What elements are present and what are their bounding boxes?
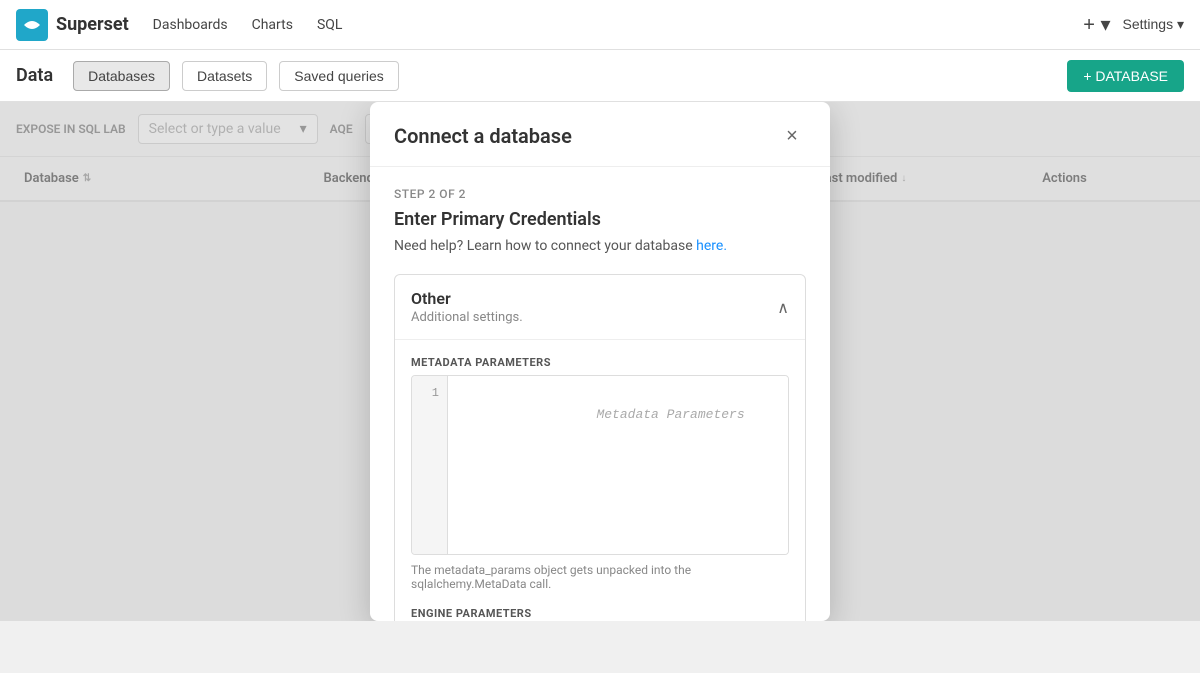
- logo: Superset: [16, 9, 129, 41]
- topnav-right: + ▾ Settings ▾: [1083, 12, 1184, 37]
- accordion-subtitle: Additional settings.: [411, 310, 523, 325]
- page-title: Data: [16, 65, 53, 86]
- modal-close-button[interactable]: ×: [778, 122, 806, 150]
- metadata-placeholder-line: Metadata Parameters: [456, 384, 780, 446]
- metadata-placeholder-text: Metadata Parameters: [596, 407, 744, 422]
- metadata-line-numbers: 1: [412, 376, 448, 554]
- nav-charts[interactable]: Charts: [252, 17, 293, 33]
- modal-title: Connect a database: [394, 124, 572, 148]
- modal-section-title: Enter Primary Credentials: [394, 209, 806, 230]
- metadata-empty-space: [456, 446, 780, 546]
- nav-links: Dashboards Charts SQL: [153, 17, 343, 33]
- accordion-header-text: Other Additional settings.: [411, 289, 523, 325]
- modal-header: Connect a database ×: [370, 102, 830, 167]
- accordion-title: Other: [411, 289, 523, 308]
- metadata-params-label: METADATA PARAMETERS: [411, 356, 789, 369]
- superset-logo-icon: [16, 9, 48, 41]
- accordion-content: METADATA PARAMETERS 1 Metadata Parameter…: [395, 339, 805, 621]
- metadata-params-editor[interactable]: 1 Metadata Parameters: [411, 375, 789, 555]
- engine-params-label: ENGINE PARAMETERS: [411, 607, 789, 620]
- tab-databases[interactable]: Databases: [73, 61, 170, 91]
- tab-saved-queries[interactable]: Saved queries: [279, 61, 399, 91]
- sub-header: Data Databases Datasets Saved queries + …: [0, 50, 1200, 102]
- nav-dashboards[interactable]: Dashboards: [153, 17, 228, 33]
- metadata-code-content[interactable]: Metadata Parameters: [448, 376, 788, 554]
- top-nav: Superset Dashboards Charts SQL + ▾ Setti…: [0, 0, 1200, 50]
- tab-datasets[interactable]: Datasets: [182, 61, 267, 91]
- help-text: Need help? Learn how to connect your dat…: [394, 238, 806, 254]
- accordion-chevron-icon: ∧: [777, 298, 789, 317]
- connect-database-modal: Connect a database × STEP 2 OF 2 Enter P…: [370, 102, 830, 621]
- settings-button[interactable]: Settings ▾: [1122, 16, 1184, 33]
- main-content: EXPOSE IN SQL LAB Select or type a value…: [0, 102, 1200, 621]
- metadata-helper-text: The metadata_params object gets unpacked…: [411, 563, 789, 591]
- accordion-header[interactable]: Other Additional settings. ∧: [395, 275, 805, 339]
- other-settings-accordion: Other Additional settings. ∧ METADATA PA…: [394, 274, 806, 621]
- nav-sql[interactable]: SQL: [317, 17, 342, 33]
- plus-button[interactable]: + ▾: [1083, 12, 1110, 37]
- step-label: STEP 2 OF 2: [394, 187, 806, 201]
- add-database-button[interactable]: + DATABASE: [1067, 60, 1184, 92]
- modal-body: STEP 2 OF 2 Enter Primary Credentials Ne…: [370, 167, 830, 621]
- logo-text: Superset: [56, 14, 129, 35]
- help-link[interactable]: here.: [696, 238, 727, 254]
